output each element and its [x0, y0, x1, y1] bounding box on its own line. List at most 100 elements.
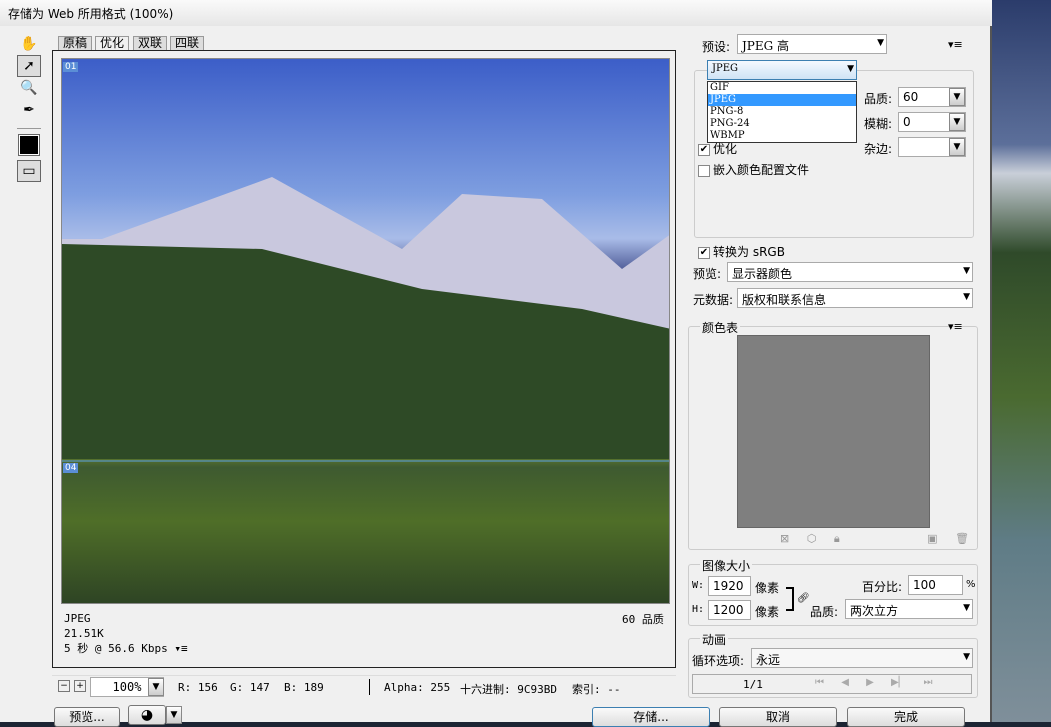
height-label: H: [692, 604, 705, 615]
checkbox-checked-icon: ✔ [698, 143, 710, 156]
preview-label: 预览: [693, 267, 722, 281]
blur-value: 0 [903, 115, 911, 129]
percent-field[interactable]: 100 [908, 575, 963, 595]
zoom-in-button[interactable]: + [74, 680, 86, 692]
loop-label: 循环选项: [692, 654, 745, 668]
eyedropper-tool-icon[interactable]: ✒ [17, 99, 41, 121]
menu-item-png24[interactable]: PNG-24 [708, 118, 856, 130]
convert-srgb-checkbox[interactable]: ✔ 转换为 sRGB [698, 243, 785, 260]
menu-item-gif[interactable]: GIF [708, 82, 856, 94]
background-photo [992, 0, 1051, 722]
quality-label: 品质: [864, 92, 893, 106]
zoom-tool-icon[interactable]: 🔍 [17, 77, 41, 99]
tab-optimized[interactable]: 优化 [95, 36, 130, 51]
info-quality: 60 品质 [622, 613, 664, 626]
frame-nav: ⏮ ◀ ▶ ▶▏ ⏭ [815, 677, 933, 688]
blur-dropdown-icon[interactable]: ▼ [949, 113, 965, 131]
height-unit: 像素 [755, 605, 780, 619]
browser-dropdown-icon[interactable]: ▼ [166, 706, 182, 724]
color-table-title: 颜色表 [700, 319, 741, 336]
tab-2up[interactable]: 双联 [133, 36, 168, 51]
metadata-label: 元数据: [693, 293, 734, 307]
format-dropdown-menu: GIF JPEG PNG-8 PNG-24 WBMP [707, 81, 857, 143]
new-color-icon[interactable]: ▣ [927, 532, 937, 545]
cancel-button[interactable]: 取消 [719, 707, 837, 727]
toolbox: ✋ ➚ 🔍 ✒ ▭ [17, 33, 41, 182]
first-frame-icon[interactable]: ⏮ [815, 677, 824, 688]
menu-item-png8[interactable]: PNG-8 [708, 106, 856, 118]
chevron-down-icon: ▼ [963, 603, 970, 613]
map-color-icon[interactable]: ⊠ [780, 532, 789, 545]
percent-value: 100 [913, 578, 936, 592]
constrain-bracket [786, 587, 794, 611]
format-select[interactable]: JPEG ▼ [707, 60, 857, 80]
readout-g: G: 147 [230, 681, 270, 694]
animation-title: 动画 [700, 631, 729, 648]
preview-value: 显示器颜色 [732, 267, 793, 281]
height-field[interactable]: 1200 [708, 600, 751, 620]
matte-label: 杂边: [864, 142, 893, 156]
last-frame-icon[interactable]: ⏭ [924, 677, 933, 688]
resample-value: 两次立方 [850, 604, 899, 618]
embed-profile-checkbox[interactable]: 嵌入颜色配置文件 [698, 161, 809, 178]
preset-label: 预设: [702, 40, 731, 54]
done-button[interactable]: 完成 [847, 707, 965, 727]
slice-label: 01 [63, 62, 79, 72]
loop-value: 永远 [756, 653, 781, 667]
hand-tool-icon[interactable]: ✋ [17, 33, 41, 55]
optimize-label: 优化 [713, 142, 738, 156]
save-for-web-dialog: 存储为 Web 所用格式 (100%) ✋ ➚ 🔍 ✒ ▭ 原稿 优化 双联 四… [0, 0, 992, 727]
width-field[interactable]: 1920 [708, 576, 751, 596]
quality-value: 60 [903, 90, 919, 104]
info-size: 21.51K [64, 627, 104, 640]
prev-frame-icon[interactable]: ◀ [841, 677, 849, 688]
chevron-down-icon: ▼ [847, 64, 854, 74]
link-icon[interactable]: 🔗︎ [797, 593, 810, 604]
zoom-dropdown-icon[interactable]: ▼ [148, 678, 164, 696]
image-info: JPEG 21.51K 5 秒 @ 56.6 Kbps ▾≡ [64, 611, 188, 656]
preview-select[interactable]: 显示器颜色 ▼ [727, 262, 973, 282]
slice-label: 04 [63, 463, 79, 473]
panel-menu-icon[interactable]: ▾≡ [948, 38, 963, 51]
format-value: JPEG [712, 63, 739, 74]
tab-original[interactable]: 原稿 [58, 36, 93, 51]
matte-dropdown-icon[interactable]: ▼ [949, 138, 965, 156]
slice-select-tool-icon[interactable]: ➚ [17, 55, 41, 77]
next-frame-icon[interactable]: ▶▏ [891, 677, 906, 688]
chevron-down-icon: ▼ [963, 292, 970, 302]
chevron-down-icon: ▼ [963, 266, 970, 276]
info-menu-icon[interactable]: ▾≡ [174, 642, 187, 655]
percent-label: 百分比: [862, 580, 903, 594]
save-button[interactable]: 存储... [592, 707, 710, 727]
height-value: 1200 [713, 603, 744, 617]
preview-button[interactable]: 预览... [54, 707, 120, 727]
zoom-out-button[interactable]: − [58, 680, 70, 692]
image-preview[interactable]: 01 04 [61, 58, 670, 604]
blur-label: 模糊: [864, 117, 893, 131]
loop-select[interactable]: 永远 ▼ [751, 648, 973, 668]
tab-4up[interactable]: 四联 [170, 36, 205, 51]
checkbox-checked-icon: ✔ [698, 246, 710, 259]
resample-label: 品质: [810, 605, 839, 619]
color-table-menu-icon[interactable]: ▾≡ [948, 320, 963, 333]
toggle-slice-visibility-icon[interactable]: ▭ [17, 160, 41, 182]
trash-icon[interactable]: 🗑︎ [955, 532, 969, 545]
convert-srgb-label: 转换为 sRGB [713, 245, 785, 259]
play-icon[interactable]: ▶ [866, 677, 874, 688]
resample-select[interactable]: 两次立方 ▼ [845, 599, 973, 619]
menu-item-jpeg[interactable]: JPEG [708, 94, 856, 106]
image-size-title: 图像大小 [700, 557, 753, 574]
status-bar: − + 100% ▼ R: 156 G: 147 B: 189 Alpha: 2… [52, 675, 676, 697]
preset-value: JPEG 高 [742, 39, 790, 53]
eyedropper-color-swatch[interactable] [18, 134, 40, 156]
lock-icon[interactable]: 🔒︎ [834, 532, 840, 545]
metadata-select[interactable]: 版权和联系信息 ▼ [737, 288, 973, 308]
optimize-checkbox[interactable]: ✔ 优化 [698, 140, 737, 157]
divider [369, 679, 370, 695]
checkbox-unchecked-icon [698, 164, 710, 177]
web-snap-icon[interactable]: ⬡ [807, 532, 817, 545]
browser-icon[interactable]: ◕ [128, 705, 166, 725]
quality-dropdown-icon[interactable]: ▼ [949, 88, 965, 106]
preset-select[interactable]: JPEG 高 ▼ [737, 34, 887, 54]
color-table-toolbar: ⊠ ⬡ 🔒︎ ▣ 🗑︎ [780, 532, 969, 546]
